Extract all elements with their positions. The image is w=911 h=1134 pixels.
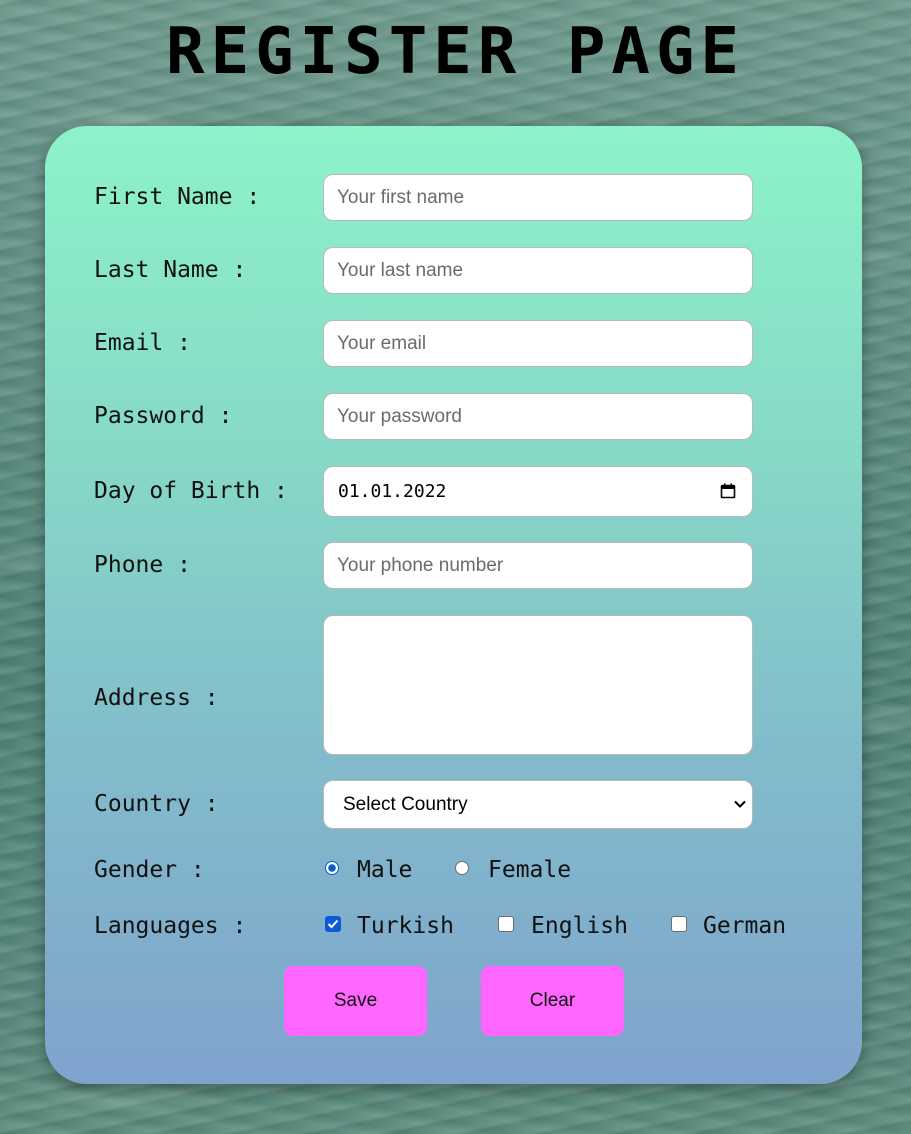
page-title: REGISTER PAGE — [166, 15, 745, 89]
languages-label: Languages : — [94, 913, 247, 939]
birth-date-input[interactable]: 01.01.2022 — [323, 466, 753, 517]
gender-female-radio[interactable] — [455, 861, 469, 875]
language-english-label: English — [531, 913, 628, 939]
language-turkish-checkbox[interactable] — [325, 916, 341, 932]
language-turkish-label: Turkish — [357, 913, 454, 939]
email-label: Email : — [94, 330, 191, 356]
language-german-checkbox[interactable] — [671, 916, 687, 932]
checkmark-icon — [327, 919, 339, 929]
first-name-input[interactable] — [323, 174, 753, 221]
last-name-input[interactable] — [323, 247, 753, 294]
calendar-icon[interactable] — [720, 483, 736, 499]
address-textarea[interactable] — [323, 615, 753, 755]
country-selected-value: Select Country — [343, 794, 468, 815]
address-label: Address : — [94, 685, 219, 711]
password-input[interactable] — [323, 393, 753, 440]
password-label: Password : — [94, 403, 233, 429]
language-german-label: German — [703, 913, 787, 939]
gender-label: Gender : — [94, 857, 205, 883]
phone-input[interactable] — [323, 542, 753, 589]
first-name-label: First Name : — [94, 184, 261, 210]
save-button[interactable]: Save — [284, 966, 427, 1036]
gender-male-label: Male — [357, 857, 413, 883]
country-select[interactable]: Select Country — [323, 780, 753, 829]
clear-button[interactable]: Clear — [481, 966, 624, 1036]
email-input[interactable] — [323, 320, 753, 367]
gender-male-radio[interactable] — [325, 861, 339, 875]
birth-date-value: 01.01.2022 — [338, 481, 447, 502]
last-name-label: Last Name : — [94, 257, 247, 283]
gender-female-label: Female — [488, 857, 572, 883]
birth-date-label: Day of Birth : — [94, 478, 288, 504]
language-english-checkbox[interactable] — [498, 916, 514, 932]
phone-label: Phone : — [94, 552, 191, 578]
chevron-down-icon — [734, 800, 746, 808]
country-label: Country : — [94, 791, 219, 817]
